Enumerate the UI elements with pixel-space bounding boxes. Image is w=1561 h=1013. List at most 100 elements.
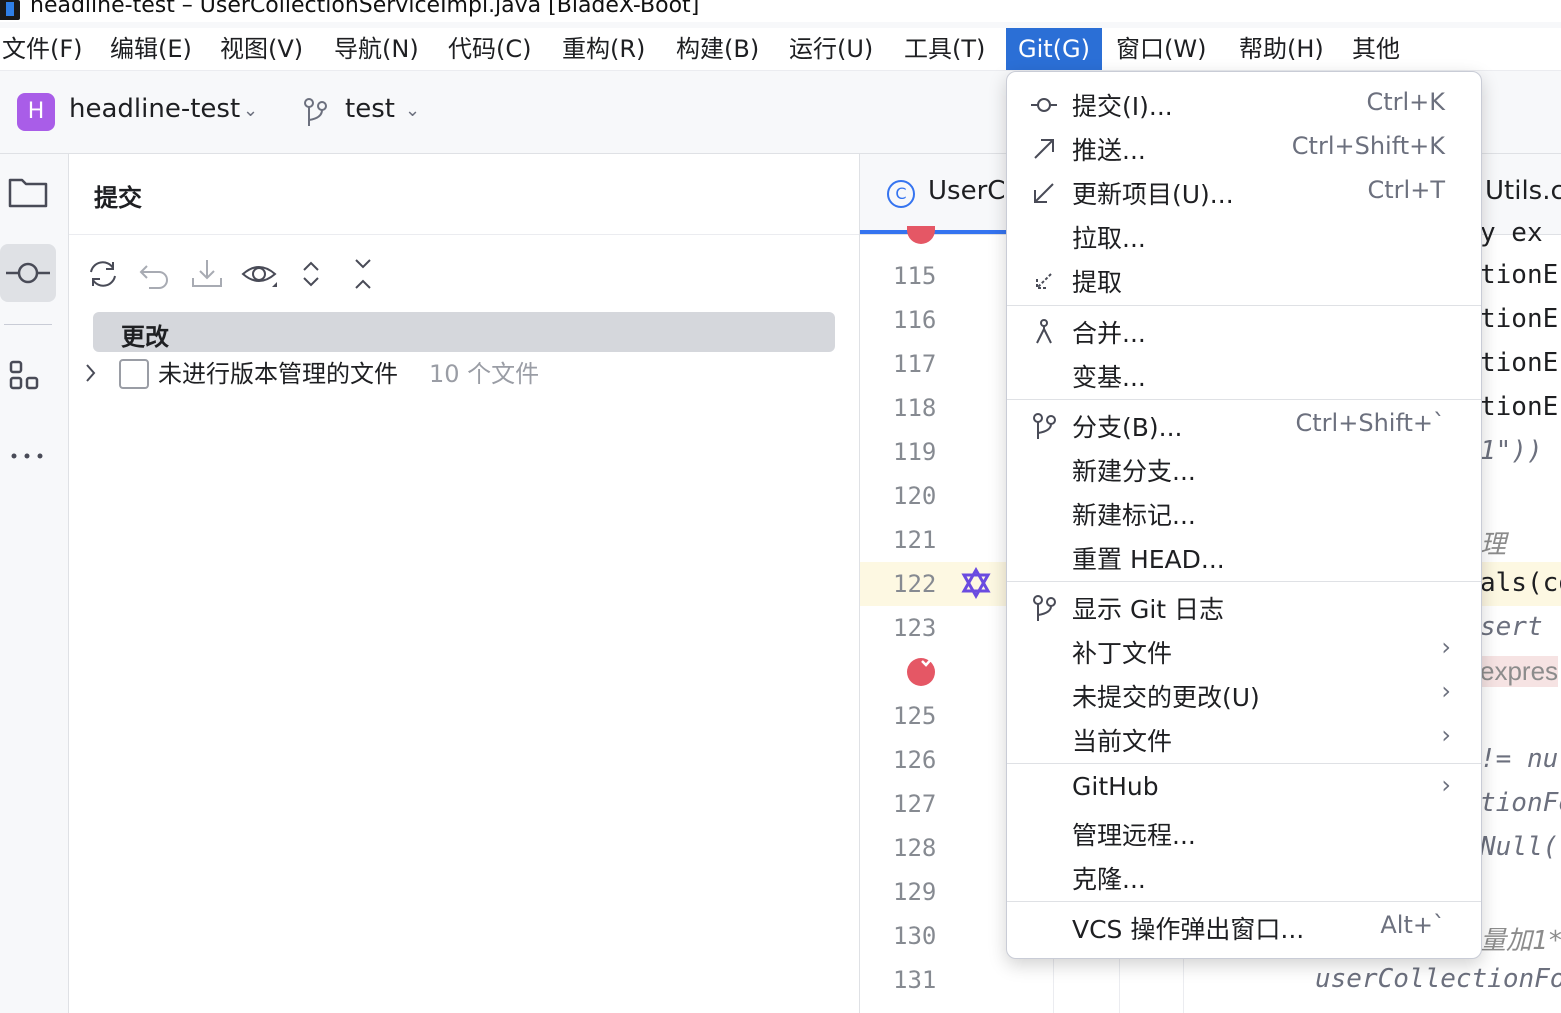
divider: [69, 234, 859, 235]
menu-item-new-tag[interactable]: 新建标记...: [1007, 491, 1481, 535]
menu-file[interactable]: 文件(F): [0, 28, 95, 70]
chevron-right-icon[interactable]: [81, 360, 101, 386]
update-arrow-icon: [1034, 183, 1054, 203]
unversioned-checkbox[interactable]: [119, 359, 149, 389]
line-number: 123: [893, 614, 937, 642]
menu-build[interactable]: 构建(B): [664, 28, 771, 70]
git-menu-popup: 提交(I)... Ctrl+K 推送... Ctrl+Shift+K 更新项目(…: [1006, 71, 1482, 959]
menu-item-shortcut: Ctrl+Shift+K: [1291, 132, 1445, 160]
folder-icon: [8, 178, 48, 208]
panel-title: 提交: [94, 184, 142, 212]
eye-icon[interactable]: [239, 254, 279, 294]
menu-item-shortcut: Ctrl+T: [1367, 176, 1445, 204]
active-tab-indicator: [860, 230, 1010, 234]
menu-separator: [1007, 305, 1481, 306]
line-number: 116: [893, 306, 937, 334]
git-log-icon: [1033, 595, 1056, 621]
menu-item-reset-head[interactable]: 重置 HEAD...: [1007, 535, 1481, 579]
chevron-down-icon[interactable]: ⌄: [405, 100, 420, 121]
menu-item-label: 新建分支...: [1072, 457, 1196, 486]
menu-item-show-git-log[interactable]: 显示 Git 日志: [1007, 585, 1481, 629]
tab-utils[interactable]: Utils.c: [1485, 176, 1561, 206]
expand-all-icon[interactable]: [291, 254, 331, 294]
menu-item-patch[interactable]: 补丁文件 ›: [1007, 629, 1481, 673]
tool-window-strip: [0, 154, 69, 1013]
line-number: 119: [893, 438, 937, 466]
class-icon: C: [887, 180, 915, 208]
menu-item-branches[interactable]: 分支(B)... Ctrl+Shift+`: [1007, 403, 1481, 447]
menu-refactor[interactable]: 重构(R): [550, 28, 657, 70]
menu-item-shortcut: Ctrl+K: [1366, 88, 1445, 116]
menu-view[interactable]: 视图(V): [208, 28, 315, 70]
shelve-icon[interactable]: [187, 254, 227, 294]
code-fragment: 量加1*: [1480, 926, 1561, 956]
more-tools-button[interactable]: [0, 426, 56, 484]
menu-item-fetch[interactable]: 提取: [1007, 258, 1481, 302]
line-number: 122: [893, 570, 937, 598]
code-fragment: 1")): [1480, 436, 1543, 466]
menu-item-label: 拉取...: [1072, 224, 1146, 253]
menu-item-current-file[interactable]: 当前文件 ›: [1007, 717, 1481, 761]
menu-item-label: GitHub: [1072, 772, 1159, 801]
menu-item-merge[interactable]: 合并...: [1007, 309, 1481, 353]
refresh-icon[interactable]: [83, 254, 123, 294]
line-number: 120: [893, 482, 937, 510]
structure-icon: [9, 360, 39, 390]
menu-navigate[interactable]: 导航(N): [322, 28, 431, 70]
code-fragment: 理: [1480, 530, 1507, 560]
menu-item-label: 合并...: [1072, 319, 1146, 348]
project-tool-button[interactable]: [0, 164, 56, 222]
menu-window[interactable]: 窗口(W): [1104, 28, 1218, 70]
menu-git[interactable]: Git(G): [1006, 28, 1102, 70]
ai-assistant-icon[interactable]: [960, 567, 992, 599]
menu-item-update-project[interactable]: 更新项目(U)... Ctrl+T: [1007, 170, 1481, 214]
menu-code[interactable]: 代码(C): [436, 28, 543, 70]
menu-item-clone[interactable]: 克隆...: [1007, 855, 1481, 899]
collapse-all-icon[interactable]: [343, 254, 383, 294]
project-name[interactable]: headline-test: [69, 94, 240, 124]
commit-icon: [6, 262, 50, 284]
menu-item-commit[interactable]: 提交(I)... Ctrl+K: [1007, 82, 1481, 126]
menu-item-manage-remotes[interactable]: 管理远程...: [1007, 811, 1481, 855]
menu-item-github[interactable]: GitHub ›: [1007, 767, 1481, 811]
menu-item-label: VCS 操作弹出窗口...: [1072, 915, 1305, 944]
rollback-icon[interactable]: [135, 254, 175, 294]
submenu-arrow-icon: ›: [1441, 721, 1451, 749]
menu-separator: [1007, 901, 1481, 902]
fetch-icon: [1036, 273, 1052, 289]
divider: [4, 324, 52, 325]
commit-tool-button[interactable]: [0, 244, 56, 302]
structure-tool-button[interactable]: [0, 348, 56, 406]
unversioned-files-row[interactable]: 未进行版本管理的文件 10 个文件: [81, 354, 841, 394]
menu-item-label: 提交(I)...: [1072, 92, 1173, 121]
code-fragment: tionEr: [1480, 392, 1561, 422]
tab-usercollection[interactable]: UserC: [928, 176, 1005, 206]
breakpoint-icon[interactable]: [907, 226, 935, 244]
menu-separator: [1007, 399, 1481, 400]
menu-edit[interactable]: 编辑(E): [98, 28, 204, 70]
project-badge[interactable]: H: [17, 93, 55, 131]
menu-item-vcs-popup[interactable]: VCS 操作弹出窗口... Alt+`: [1007, 905, 1481, 949]
menu-tools[interactable]: 工具(T): [892, 28, 997, 70]
menu-run[interactable]: 运行(U): [777, 28, 885, 70]
checkmark-icon: [921, 655, 935, 667]
menu-item-shortcut: Alt+`: [1380, 911, 1445, 939]
menu-item-pull[interactable]: 拉取...: [1007, 214, 1481, 258]
menu-help[interactable]: 帮助(H): [1227, 28, 1336, 70]
branch-icon: [304, 98, 327, 126]
menu-other[interactable]: 其他: [1340, 28, 1412, 70]
menu-item-label: 新建标记...: [1072, 501, 1196, 530]
code-fragment: userCollectionFo: [1315, 964, 1561, 994]
menu-item-rebase[interactable]: 变基...: [1007, 353, 1481, 397]
branch-name[interactable]: test: [345, 94, 395, 124]
menu-item-push[interactable]: 推送... Ctrl+Shift+K: [1007, 126, 1481, 170]
menu-item-uncommitted-changes[interactable]: 未提交的更改(U) ›: [1007, 673, 1481, 717]
changes-group-row[interactable]: 更改: [93, 312, 835, 352]
push-arrow-icon: [1034, 139, 1054, 159]
chevron-down-icon[interactable]: ⌄: [243, 100, 258, 121]
line-number: 115: [893, 262, 937, 290]
menu-item-new-branch[interactable]: 新建分支...: [1007, 447, 1481, 491]
code-fragment: Null(: [1480, 832, 1559, 862]
code-fragment: y ex: [1480, 218, 1543, 248]
code-fragment: sert: [1480, 612, 1543, 642]
